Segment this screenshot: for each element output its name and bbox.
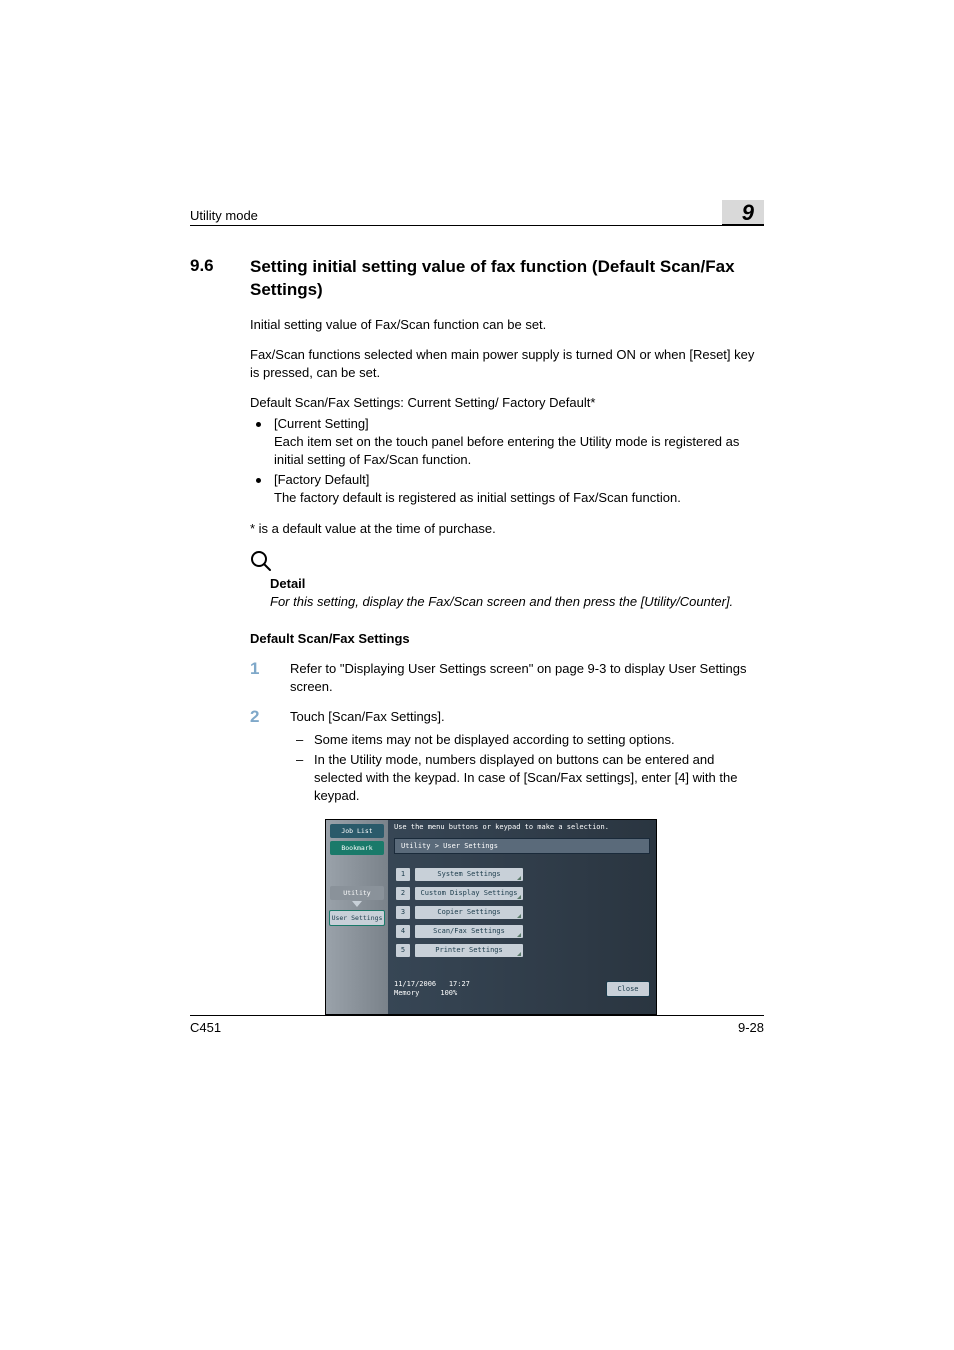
menu-row-1: 1 System Settings [396,868,656,881]
menu-system-settings[interactable]: System Settings [415,868,523,881]
tab-job-list[interactable]: Job List [330,824,384,838]
breadcrumb: Utility > User Settings [394,838,650,854]
chapter-number-badge: 9 [722,200,764,226]
menu-number[interactable]: 2 [396,887,410,900]
step-2-sub-2: In the Utility mode, numbers displayed o… [290,751,764,806]
step-1: 1 Refer to "Displaying User Settings scr… [250,660,764,696]
menu-printer-settings[interactable]: Printer Settings [415,944,523,957]
settings-bullet-list: [Current Setting] Each item set on the t… [250,415,764,508]
screenshot-left-pane: Job List Bookmark Utility User Settings [326,820,388,1014]
menu-number[interactable]: 1 [396,868,410,881]
section-heading: 9.6 Setting initial setting value of fax… [190,256,764,302]
intro-paragraph-2: Fax/Scan functions selected when main po… [250,346,764,382]
bullet-current-setting: [Current Setting] Each item set on the t… [250,415,764,470]
status-time: 17:27 [449,980,470,988]
menu-custom-display-settings[interactable]: Custom Display Settings [415,887,523,900]
status-memory-value: 100% [440,989,457,997]
step-number: 2 [250,708,266,807]
chevron-down-icon [352,901,362,907]
step-text: Touch [Scan/Fax Settings]. [290,709,445,724]
page-header: Utility mode 9 [190,200,764,226]
menu-number[interactable]: 5 [396,944,410,957]
menu-copier-settings[interactable]: Copier Settings [415,906,523,919]
intro-paragraph-1: Initial setting value of Fax/Scan functi… [250,316,764,334]
menu-row-3: 3 Copier Settings [396,906,656,919]
status-memory-label: Memory [394,989,419,997]
magnifier-icon [250,550,764,572]
tab-bookmark[interactable]: Bookmark [330,841,384,855]
footer-page-number: 9-28 [738,1020,764,1035]
menu-row-5: 5 Printer Settings [396,944,656,957]
menu-row-4: 4 Scan/Fax Settings [396,925,656,938]
bullet-head: [Current Setting] [274,416,369,431]
menu-scan-fax-settings[interactable]: Scan/Fax Settings [415,925,523,938]
menu-number[interactable]: 3 [396,906,410,919]
bullet-factory-default: [Factory Default] The factory default is… [250,471,764,507]
intro-paragraph-3: Default Scan/Fax Settings: Current Setti… [250,394,764,412]
detail-text: For this setting, display the Fax/Scan s… [270,593,764,611]
menu-row-2: 2 Custom Display Settings [396,887,656,900]
screenshot-menu: 1 System Settings 2 Custom Display Setti… [396,868,656,957]
step-2-sub-1: Some items may not be displayed accordin… [290,731,764,749]
screenshot-instruction: Use the menu buttons or keypad to make a… [388,820,656,834]
screenshot-footer: 11/17/2006 17:27 Memory 100% Close [388,977,656,1001]
close-button[interactable]: Close [606,981,650,997]
menu-number[interactable]: 4 [396,925,410,938]
detail-label: Detail [270,576,764,591]
step-number: 1 [250,660,266,696]
status-readout: 11/17/2006 17:27 Memory 100% [394,980,470,997]
status-date: 11/17/2006 [394,980,436,988]
tab-utility[interactable]: Utility [330,886,384,900]
page-footer: C451 9-28 [190,1015,764,1035]
bullet-head: [Factory Default] [274,472,369,487]
section-number: 9.6 [190,256,230,302]
step-2: 2 Touch [Scan/Fax Settings]. Some items … [250,708,764,807]
tab-user-settings[interactable]: User Settings [329,910,385,926]
step-text: Refer to "Displaying User Settings scree… [290,660,764,696]
footer-model: C451 [190,1020,221,1035]
footnote: * is a default value at the time of purc… [250,520,764,538]
device-screenshot: Job List Bookmark Utility User Settings … [325,819,657,1015]
section-title: Setting initial setting value of fax fun… [250,256,764,302]
header-section-name: Utility mode [190,208,258,223]
bullet-body: The factory default is registered as ini… [274,489,764,507]
procedure-subheading: Default Scan/Fax Settings [250,631,764,646]
bullet-body: Each item set on the touch panel before … [274,433,764,469]
step-2-sublist: Some items may not be displayed accordin… [290,731,764,806]
